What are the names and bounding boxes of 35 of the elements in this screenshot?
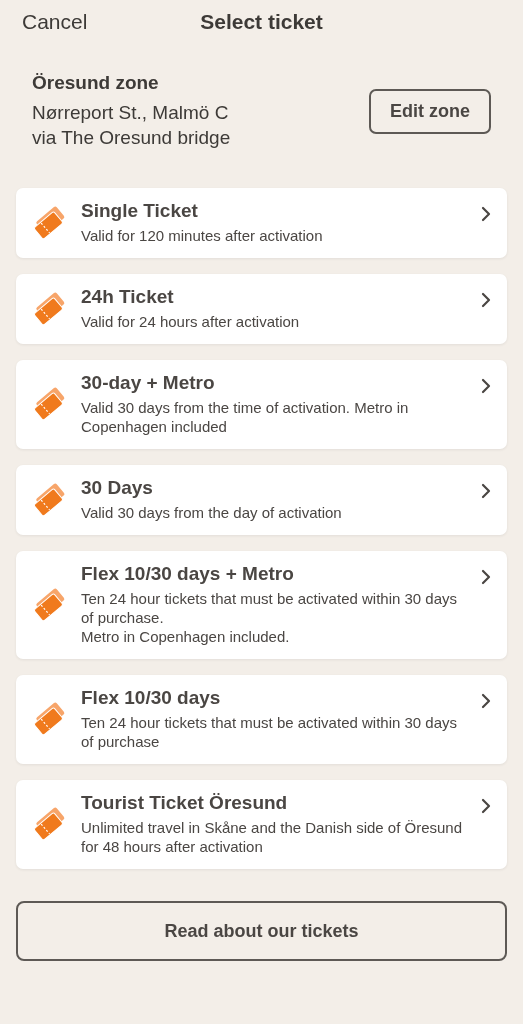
ticket-title: 30-day + Metro [81,372,216,394]
chevron-right-icon [481,378,491,394]
screen-title: Select ticket [200,10,323,33]
chevron-right-icon [481,693,491,709]
chevron-right-icon [481,798,491,814]
ticket-title: 30 Days [81,477,154,499]
ticket-description: Unlimited travel in Skåne and the Danish side of Öresund for 48 hours after activation [81,818,464,856]
edit-zone-button[interactable]: Edit zone [369,88,491,134]
ticket-description: Valid 30 days from the time of activation. Metro in Copenhagen included [81,398,410,436]
zone-name: Öresund zone [32,72,160,94]
ticket-card[interactable]: 24h Ticket Valid for 24 hours after activation [16,274,507,344]
read-about-tickets-button[interactable]: Read about our tickets [16,901,507,961]
chevron-right-icon [481,483,491,499]
ticket-card[interactable]: Flex 10/30 days Ten 24 hour tickets that must be activated within 30 days of purchase [16,675,507,764]
ticket-card[interactable]: Single Ticket Valid for 120 minutes after activation [16,188,507,258]
ticket-card[interactable]: Tourist Ticket Öresund Unlimited travel in Skåne and the Danish side of Öresund for 48 hours after activation [16,780,507,869]
ticket-card[interactable]: 30 Days Valid 30 days from the day of activation [16,465,507,535]
ticket-card[interactable]: 30-day + Metro Valid 30 days from the time of activation. Metro in Copenhagen included [16,360,507,449]
ticket-description: Ten 24 hour tickets that must be activated within 30 days of purchase. Metro in Copenhagen included. [81,589,459,646]
zone-route: Nørreport St., Malmö C [32,101,230,125]
ticket-title: Flex 10/30 days + Metro [81,563,295,585]
ticket-title: Tourist Ticket Öresund [81,792,289,814]
ticket-title: Flex 10/30 days [81,687,222,709]
cancel-button[interactable]: Cancel [22,10,88,34]
ticket-description: Valid for 120 minutes after activation [81,226,324,245]
chevron-right-icon [481,292,491,308]
ticket-card[interactable]: Flex 10/30 days + Metro Ten 24 hour tickets that must be activated within 30 days of purchase. Metro in Copenhagen included. [16,551,507,659]
chevron-right-icon [481,206,491,222]
ticket-description: Valid 30 days from the day of activation [81,503,343,522]
zone-via: via The Oresund bridge [32,126,231,150]
ticket-description: Valid for 24 hours after activation [81,312,301,331]
ticket-title: Single Ticket [81,200,199,222]
ticket-description: Ten 24 hour tickets that must be activated within 30 days of purchase [81,713,459,751]
chevron-right-icon [481,569,491,585]
ticket-title: 24h Ticket [81,286,175,308]
